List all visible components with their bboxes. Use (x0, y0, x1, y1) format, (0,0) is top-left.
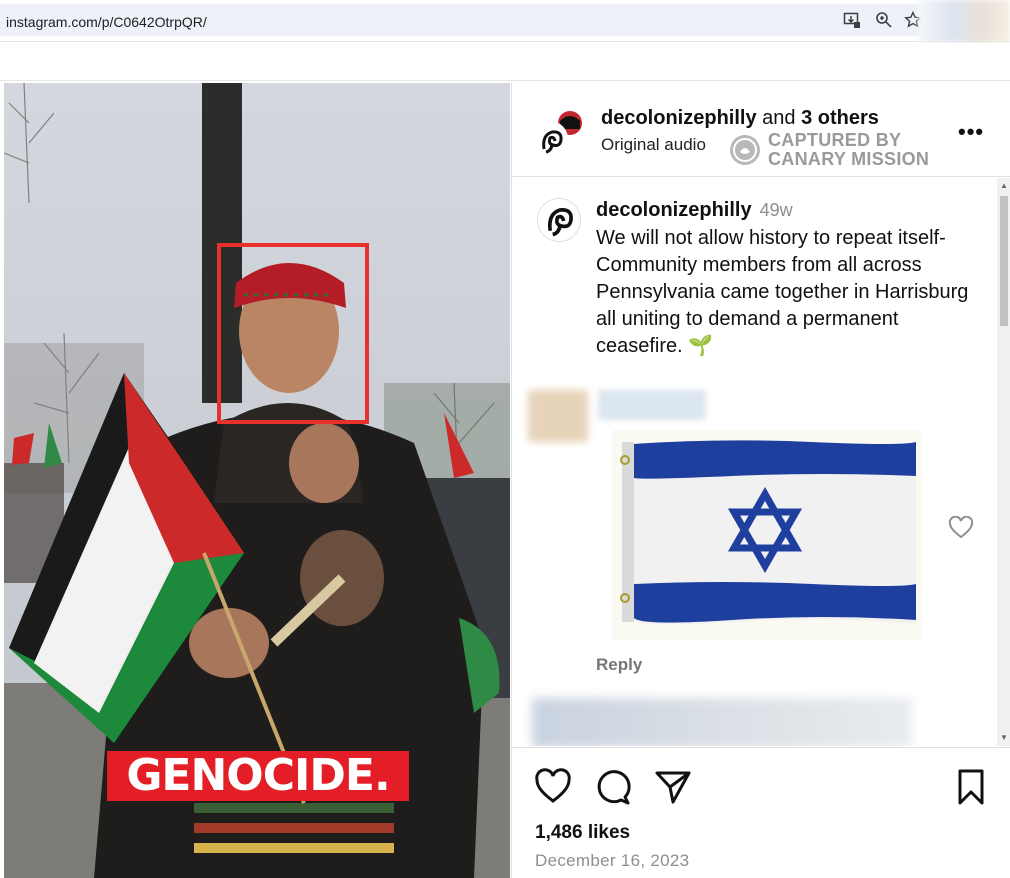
video-player[interactable]: GENOCIDE. (4, 83, 510, 878)
post-actions: 1,486 likes December 16, 2023 (512, 747, 1010, 878)
share-send-icon[interactable] (654, 768, 692, 806)
canary-logo-icon (730, 135, 760, 165)
collab-avatars[interactable] (532, 103, 588, 159)
scrollbar-thumb[interactable] (1000, 196, 1008, 326)
url-field[interactable]: instagram.com/p/C0642OtrpQR/ (0, 4, 930, 36)
post-header: decolonizephilly and 3 others Original a… (512, 83, 1010, 177)
comment-like-heart-icon[interactable] (948, 516, 974, 540)
like-heart-icon[interactable] (534, 768, 572, 806)
likes-count[interactable]: 1,486 likes (535, 822, 630, 844)
blurred-profile-area (918, 0, 1010, 42)
caption-username-line: decolonizephilly 49w (596, 199, 793, 222)
post-date[interactable]: December 16, 2023 (535, 851, 689, 871)
caption-timestamp[interactable]: 49w (760, 200, 793, 220)
scroll-up-arrow-icon[interactable]: ▲ (1000, 181, 1008, 190)
blurred-next-comment[interactable] (532, 698, 912, 746)
comment-gif-israel-flag (612, 430, 922, 640)
reply-button[interactable]: Reply (596, 655, 642, 675)
author-username[interactable]: decolonizephilly (601, 107, 757, 129)
comment-bubble-icon[interactable] (594, 768, 632, 806)
save-bookmark-icon[interactable] (952, 768, 990, 806)
comments-section[interactable]: decolonizephilly 49w We will not allow hi… (512, 178, 997, 746)
browser-address-bar: instagram.com/p/C0642OtrpQR/ (0, 0, 1010, 42)
video-overlay-caption: GENOCIDE. (107, 751, 409, 801)
others-link[interactable]: 3 others (801, 107, 879, 129)
comments-scrollbar[interactable]: ▲ ▼ (997, 178, 1010, 746)
audio-link[interactable]: Original audio (601, 135, 706, 155)
blurred-commenter-avatar[interactable] (528, 390, 588, 442)
watermark-line-2: CANARY MISSION (768, 149, 930, 169)
caption-avatar[interactable] (537, 198, 581, 242)
caption-username[interactable]: decolonizephilly (596, 199, 752, 221)
face-highlight-box (217, 243, 369, 424)
blurred-commenter-name[interactable] (598, 390, 706, 420)
watermark-line-1: CAPTURED BY (768, 130, 902, 150)
decolonize-logo-icon (534, 123, 566, 155)
decolonize-logo-icon (538, 199, 580, 241)
zoom-icon[interactable] (875, 11, 893, 29)
url-text[interactable]: instagram.com/p/C0642OtrpQR/ (6, 14, 207, 30)
page-top-bar (0, 43, 1010, 81)
avatar[interactable] (532, 121, 568, 157)
others-prefix: and (762, 107, 796, 129)
post-author-line[interactable]: decolonizephilly and 3 others (601, 107, 879, 130)
install-app-icon[interactable] (843, 11, 861, 29)
post-side-panel: decolonizephilly and 3 others Original a… (511, 83, 1010, 878)
caption-text: We will not allow history to repeat itse… (596, 227, 969, 357)
scroll-down-arrow-icon[interactable]: ▼ (1000, 733, 1008, 742)
more-options-button[interactable]: ••• (958, 119, 984, 145)
